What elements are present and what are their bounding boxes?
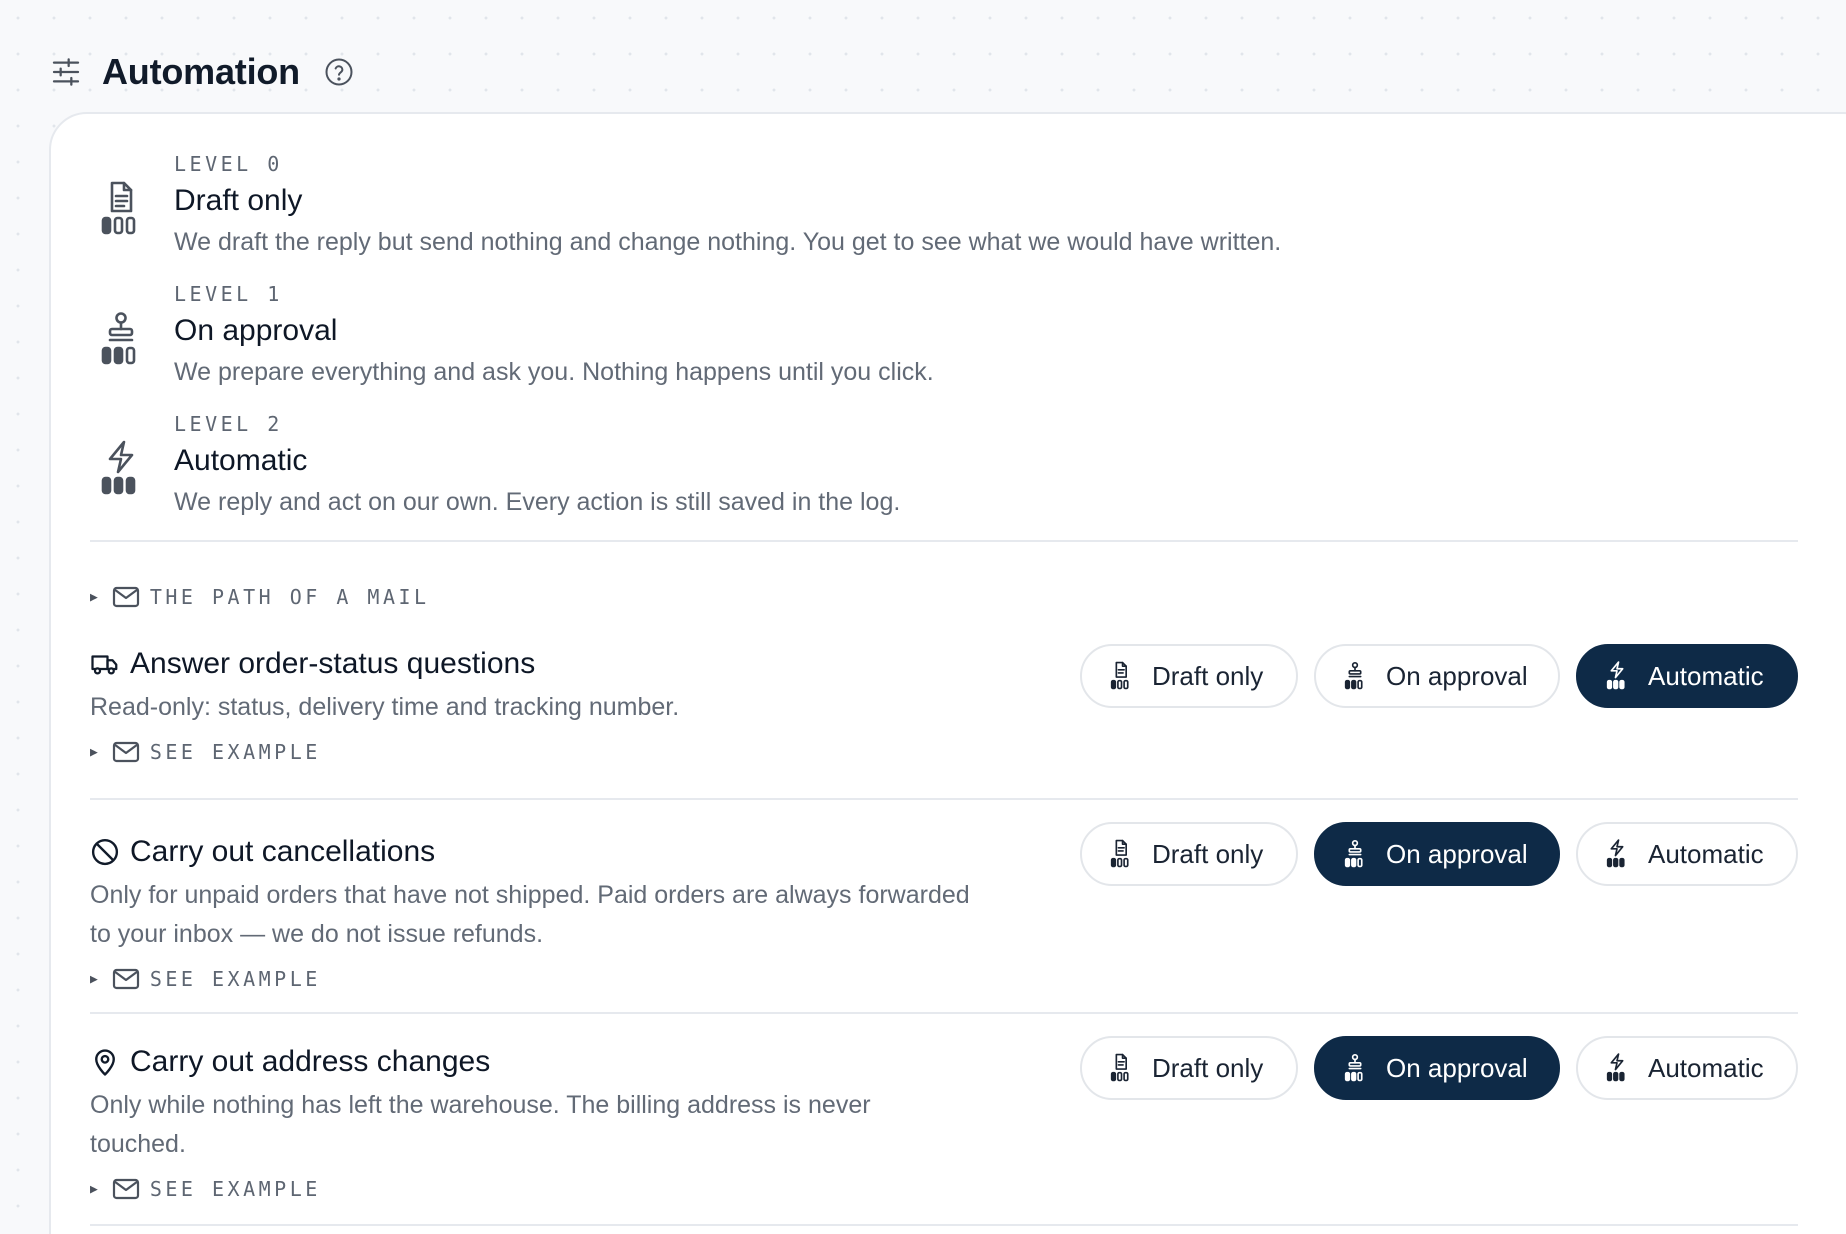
mail-icon xyxy=(112,967,140,991)
lightning-icon xyxy=(1606,661,1628,691)
page-header: Automation xyxy=(50,46,354,98)
level-tag: LEVEL 2 xyxy=(174,412,283,436)
automatic-label: Automatic xyxy=(1648,660,1764,691)
caret-right-icon: ▶ xyxy=(90,589,98,605)
help-circle-icon[interactable] xyxy=(324,57,354,87)
see-example-label: SEE EXAMPLE xyxy=(149,740,321,764)
task-order-status: Answer order-status questions Read-only:… xyxy=(90,626,1798,800)
document-icon xyxy=(100,180,142,238)
level-name: Draft only xyxy=(174,184,303,217)
ban-icon xyxy=(90,837,120,867)
stamp-icon xyxy=(1344,661,1366,691)
level-selector: Draft only On approval Automatic xyxy=(1080,644,1798,708)
on-approval-label: On approval xyxy=(1386,660,1528,691)
task-title: Answer order-status questions xyxy=(130,647,536,680)
mail-icon xyxy=(112,740,140,764)
on-approval-label: On approval xyxy=(1386,838,1528,869)
see-example-label: SEE EXAMPLE xyxy=(149,1177,321,1201)
divider xyxy=(90,540,1798,542)
stamp-icon xyxy=(100,310,142,368)
level-0: LEVEL 0 Draft only We draft the reply bu… xyxy=(90,150,1798,280)
level-list: LEVEL 0 Draft only We draft the reply bu… xyxy=(90,114,1798,540)
level-selector: Draft only On approval Automatic xyxy=(1080,1036,1798,1100)
document-icon xyxy=(1110,839,1132,869)
see-example-toggle[interactable]: ▶ SEE EXAMPLE xyxy=(90,1174,1798,1204)
level-tag: LEVEL 0 xyxy=(174,152,283,176)
path-of-mail-label: THE PATH OF A MAIL xyxy=(149,585,430,609)
level-description: We prepare everything and ask you. Nothi… xyxy=(174,358,934,386)
on-approval-button[interactable]: On approval xyxy=(1314,1036,1560,1100)
stamp-icon xyxy=(1344,839,1366,869)
tune-icon xyxy=(50,56,82,88)
automatic-label: Automatic xyxy=(1648,838,1764,869)
automatic-button[interactable]: Automatic xyxy=(1576,644,1798,708)
stamp-icon xyxy=(1344,1053,1366,1083)
mail-icon xyxy=(112,1177,140,1201)
map-pin-icon xyxy=(90,1047,120,1077)
level-1: LEVEL 1 On approval We prepare everythin… xyxy=(90,280,1798,410)
level-tag: LEVEL 1 xyxy=(174,282,283,306)
lightning-icon xyxy=(1606,1053,1628,1083)
page: Automation LEVEL 0 Draft only We draft t… xyxy=(0,0,1846,1234)
level-selector: Draft only On approval Automatic xyxy=(1080,822,1798,886)
on-approval-button[interactable]: On approval xyxy=(1314,822,1560,886)
document-icon xyxy=(1110,661,1132,691)
automatic-button[interactable]: Automatic xyxy=(1576,1036,1798,1100)
level-name: On approval xyxy=(174,314,338,347)
task-title: Carry out address changes xyxy=(130,1045,491,1078)
task-cancellations: Carry out cancellations Only for unpaid … xyxy=(90,800,1798,1014)
see-example-toggle[interactable]: ▶ SEE EXAMPLE xyxy=(90,737,1798,767)
automation-card: LEVEL 0 Draft only We draft the reply bu… xyxy=(49,112,1846,1234)
level-name: Automatic xyxy=(174,444,308,477)
task-address-changes: Carry out address changes Only while not… xyxy=(90,1014,1798,1226)
on-approval-button[interactable]: On approval xyxy=(1314,644,1560,708)
on-approval-label: On approval xyxy=(1386,1052,1528,1083)
path-of-mail-toggle[interactable]: ▶ THE PATH OF A MAIL xyxy=(90,582,1798,612)
level-2: LEVEL 2 Automatic We reply and act on ou… xyxy=(90,410,1798,540)
draft-only-label: Draft only xyxy=(1152,660,1264,691)
lightning-icon xyxy=(100,440,142,498)
task-description: Only for unpaid orders that have not shi… xyxy=(90,881,970,948)
truck-icon xyxy=(90,649,120,679)
level-description: We draft the reply but send nothing and … xyxy=(174,228,1282,256)
draft-only-label: Draft only xyxy=(1152,838,1264,869)
card-content: LEVEL 0 Draft only We draft the reply bu… xyxy=(90,114,1798,1226)
task-description: Only while nothing has left the warehous… xyxy=(90,1091,871,1158)
draft-only-button[interactable]: Draft only xyxy=(1080,822,1298,886)
draft-only-button[interactable]: Draft only xyxy=(1080,1036,1298,1100)
mail-icon xyxy=(112,585,140,609)
draft-only-label: Draft only xyxy=(1152,1052,1264,1083)
caret-right-icon: ▶ xyxy=(90,971,98,987)
level-description: We reply and act on our own. Every actio… xyxy=(174,488,901,516)
automatic-label: Automatic xyxy=(1648,1052,1764,1083)
see-example-label: SEE EXAMPLE xyxy=(149,967,321,991)
lightning-icon xyxy=(1606,839,1628,869)
caret-right-icon: ▶ xyxy=(90,744,98,760)
caret-right-icon: ▶ xyxy=(90,1181,98,1197)
document-icon xyxy=(1110,1053,1132,1083)
task-description: Read-only: status, delivery time and tra… xyxy=(90,693,680,721)
task-title: Carry out cancellations xyxy=(130,835,436,868)
draft-only-button[interactable]: Draft only xyxy=(1080,644,1298,708)
automatic-button[interactable]: Automatic xyxy=(1576,822,1798,886)
see-example-toggle[interactable]: ▶ SEE EXAMPLE xyxy=(90,964,1798,994)
page-title: Automation xyxy=(102,51,300,92)
